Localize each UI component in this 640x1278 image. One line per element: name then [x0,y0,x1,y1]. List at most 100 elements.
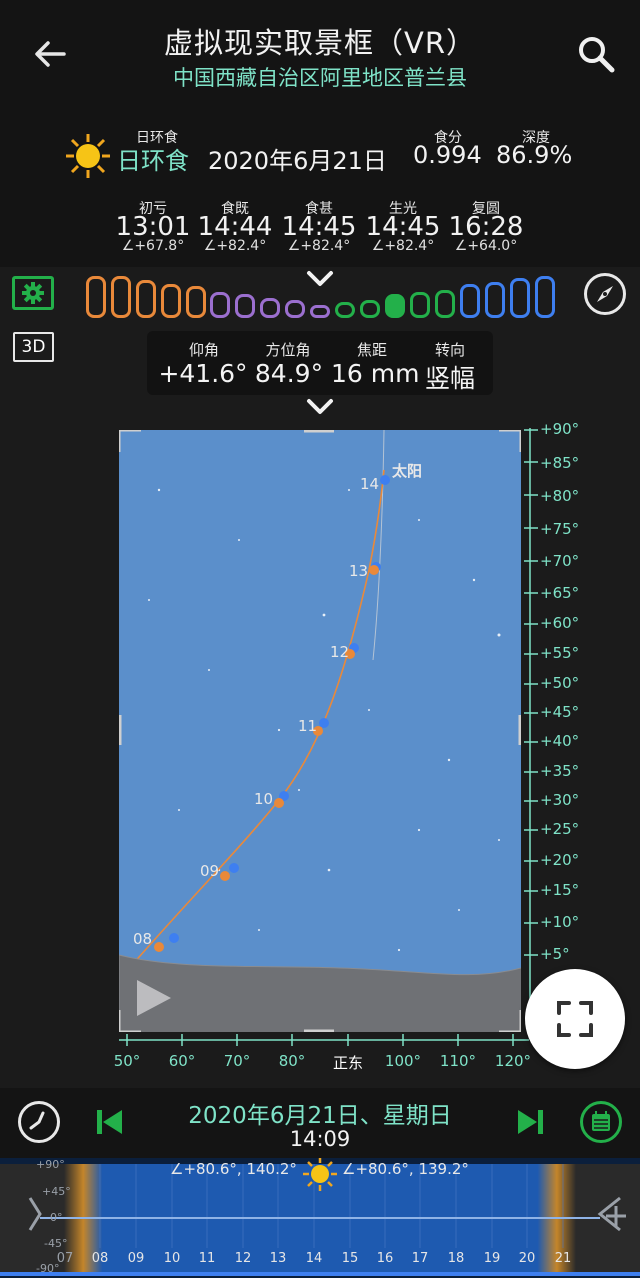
timeline-right-readout: ∠+80.6°, 139.2° [342,1160,469,1178]
settings-button[interactable] [12,276,54,310]
altitude-tick: +45° [540,703,580,721]
current-time[interactable]: 14:09 [240,1127,400,1151]
current-date[interactable]: 2020年6月21日、星期日 [140,1096,500,1130]
timeline-hour: 11 [198,1251,216,1266]
obscuration-value: 86.9% [496,141,573,169]
eclipse-date: 2020年6月21日 [208,147,387,175]
sun-icon [303,1158,337,1191]
altitude-tick: +55° [540,644,580,662]
arrow-left-icon [35,41,66,67]
contact-angle: ∠+82.4° [287,238,351,254]
sky-chart [119,430,521,1032]
skip-next-icon[interactable] [514,1106,546,1138]
timeline-hour: 18 [447,1251,465,1266]
azimuth-ruler [119,1034,529,1046]
camera-info-panel[interactable]: 仰角 +41.6° 方位角 84.9° 焦距 16 mm 转向 竖幅 [147,331,493,395]
azimuth-tick: 110° [439,1052,477,1070]
contact-angle: ∠+82.4° [371,238,435,254]
altitude-tick: +50° [540,674,580,692]
altitude-tick: +60° [540,614,580,632]
timeline-hour: 10 [163,1251,181,1266]
search-button[interactable] [572,30,620,78]
phase-segment [360,300,380,318]
altitude-tick: +80° [540,487,580,505]
focal-label: 焦距 [356,341,387,359]
phase-segment [86,276,106,318]
timeline-altitude-mark: +90° [36,1158,65,1171]
altitude-tick: +10° [540,913,580,931]
clock-button[interactable] [18,1101,60,1143]
calendar-button[interactable] [580,1101,622,1143]
clock-icon [29,1111,45,1130]
sky-viewport[interactable] [119,430,521,1032]
phase-segment [161,284,181,318]
altitude-label: 仰角 [188,341,219,359]
focal-value: 16 mm [331,359,420,388]
fullscreen-button[interactable] [525,969,625,1069]
sun-icon [66,134,110,178]
contact-angle: ∠+82.4° [203,238,267,254]
search-icon [579,37,615,73]
azimuth-tick: 100° [384,1052,422,1070]
location-label: 中国西藏自治区阿里地区普兰县 [173,66,467,90]
calendar-icon [592,1111,610,1131]
altitude-tick: +85° [540,454,580,472]
timeline-altitude-mark: +45° [42,1185,71,1198]
hour-label: 14 [360,475,380,493]
timeline-hour: 14 [305,1251,323,1266]
azimuth-tick: 60° [168,1052,196,1070]
timeline-hour: 12 [234,1251,252,1266]
hour-label: 13 [349,562,369,580]
phase-segment [285,300,305,318]
altitude-tick: +90° [540,420,580,438]
back-button[interactable] [26,30,74,78]
eclipse-type-value: 日环食 [117,147,189,175]
hour-label: 11 [298,717,318,735]
hour-label: 10 [254,790,274,808]
sun-positions [154,565,379,952]
azimuth-label: 方位角 [265,341,311,359]
altitude-tick: +30° [540,791,580,809]
fullscreen-icon [557,1001,593,1037]
timeline-hour: 17 [411,1251,429,1266]
phase-segment [310,305,330,318]
altitude-tick: +35° [540,762,580,780]
altitude-tick: +40° [540,732,580,750]
hour-label: 08 [133,930,153,948]
hour-label: 09 [200,862,220,880]
timeline-altitude-mark: 0° [50,1211,63,1224]
phase-segment [335,302,355,318]
magnitude-value: 0.994 [413,141,482,169]
altitude-tick: +70° [540,552,580,570]
phase-segment-current [385,294,405,318]
chevron-down-icon[interactable] [304,268,336,290]
compass-button[interactable] [584,273,626,315]
phase-segment [136,280,156,318]
contact-angle: ∠+64.0° [454,238,518,254]
altitude-tick: +20° [540,851,580,869]
altitude-tick: +25° [540,820,580,838]
sun-label: 太阳 [392,462,423,480]
phase-segment [111,276,131,318]
orientation-value: 竖幅 [424,364,475,393]
altitude-tick: +15° [540,881,580,899]
phase-segment [210,292,230,318]
phase-segment [260,298,280,318]
timeline-hour: 19 [483,1251,501,1266]
view-3d-button[interactable]: 3D [13,332,54,362]
chevron-down-icon[interactable] [304,396,336,418]
gear-icon [22,282,44,304]
altitude-tick: +5° [540,945,570,963]
timeline-left-readout: ∠+80.6°, 140.2° [170,1160,297,1178]
azimuth-tick: 80° [278,1052,306,1070]
phase-segment [410,292,430,318]
compass-icon [597,286,613,302]
altitude-value: +41.6° [158,359,248,388]
azimuth-tick: 70° [223,1052,251,1070]
timeline-hour: 07 [56,1251,74,1266]
azimuth-tick: 50° [113,1052,141,1070]
timeline-hour: 13 [269,1251,287,1266]
phase-segment [435,290,455,318]
skip-previous-icon[interactable] [94,1106,126,1138]
altitude-tick: +75° [540,520,580,538]
